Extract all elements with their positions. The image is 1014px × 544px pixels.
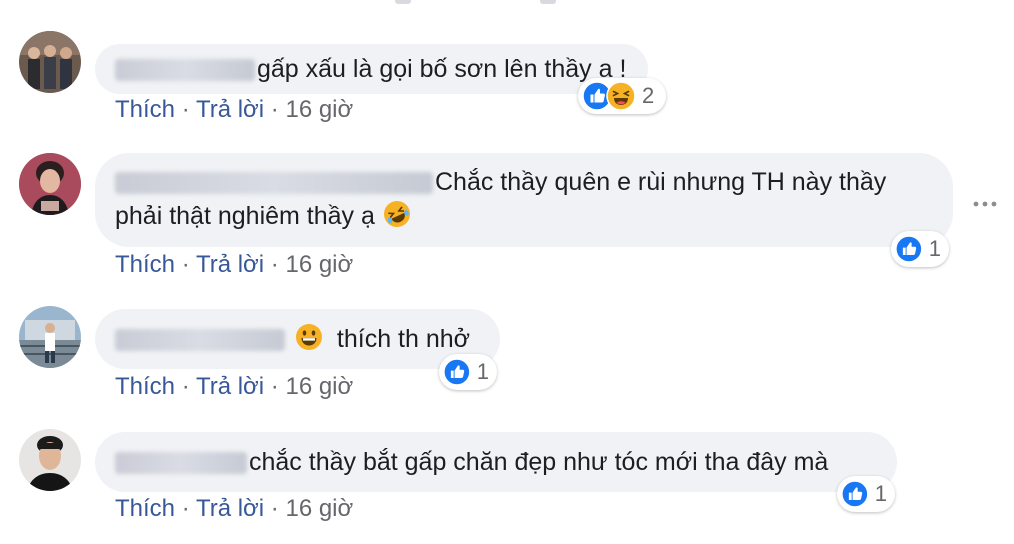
separator-dot: · bbox=[270, 251, 279, 278]
separator-dot: · bbox=[181, 96, 190, 123]
reply-link[interactable]: Trả lời bbox=[196, 495, 264, 522]
like-link[interactable]: Thích bbox=[115, 495, 175, 522]
reaction-summary[interactable]: 1 bbox=[439, 354, 497, 390]
reaction-summary[interactable]: 1 bbox=[837, 476, 895, 512]
separator-dot: · bbox=[270, 495, 279, 522]
reaction-summary[interactable]: 2 bbox=[578, 78, 666, 114]
partial-reaction-icon bbox=[395, 0, 411, 4]
redacted-author-name[interactable] bbox=[115, 452, 247, 475]
comment-actions: Thích · Trả lời · 16 giờ bbox=[115, 251, 353, 279]
like-reaction-icon bbox=[443, 357, 471, 387]
comment-text-line2: phải thật nghiêm thầy ạ bbox=[115, 202, 375, 230]
comment-actions: Thích · Trả lời · 16 giờ bbox=[115, 495, 353, 523]
comment-bubble: gấp xấu là gọi bố sơn lên thầy ạ ! bbox=[95, 44, 649, 94]
separator-dot: · bbox=[181, 373, 190, 400]
redacted-author-name[interactable] bbox=[115, 172, 433, 195]
reaction-count: 1 bbox=[874, 481, 887, 506]
comment-actions: Thích · Trả lời · 16 giờ bbox=[115, 96, 353, 124]
timestamp[interactable]: 16 giờ bbox=[285, 495, 353, 522]
reply-link[interactable]: Trả lời bbox=[196, 96, 264, 123]
like-link[interactable]: Thích bbox=[115, 96, 175, 123]
separator-dot: · bbox=[270, 96, 279, 123]
comment-bubble: chắc thầy bắt gấp chăn đẹp như tóc mới t… bbox=[95, 432, 897, 492]
like-link[interactable]: Thích bbox=[115, 251, 175, 278]
comment-text: chắc thầy bắt gấp chăn đẹp như tóc mới t… bbox=[249, 448, 829, 476]
haha-reaction-icon bbox=[606, 81, 636, 111]
like-link[interactable]: Thích bbox=[115, 373, 175, 400]
avatar[interactable] bbox=[19, 31, 81, 93]
redacted-author-name[interactable] bbox=[115, 329, 285, 352]
avatar[interactable] bbox=[19, 429, 81, 491]
separator-dot: · bbox=[181, 251, 190, 278]
reaction-summary[interactable]: 1 bbox=[891, 231, 949, 267]
avatar[interactable] bbox=[19, 306, 81, 368]
comment-text: thích th nhở bbox=[336, 325, 471, 353]
separator-dot: · bbox=[181, 495, 190, 522]
grinning-emoji-icon bbox=[295, 324, 322, 350]
like-reaction-icon bbox=[895, 234, 923, 264]
comment-actions: Thích · Trả lời · 16 giờ bbox=[115, 373, 353, 401]
reply-link[interactable]: Trả lời bbox=[196, 373, 264, 400]
reply-link[interactable]: Trả lời bbox=[196, 251, 264, 278]
rofl-emoji-icon bbox=[383, 201, 410, 227]
timestamp[interactable]: 16 giờ bbox=[285, 373, 353, 400]
comment-text-line1: Chắc thầy quên e rùi nhưng TH này thầy bbox=[435, 168, 887, 196]
separator-dot: · bbox=[270, 373, 279, 400]
like-reaction-icon bbox=[841, 479, 869, 509]
avatar[interactable] bbox=[19, 153, 81, 215]
reaction-count: 1 bbox=[476, 359, 489, 384]
more-options-icon[interactable] bbox=[972, 196, 998, 212]
timestamp[interactable]: 16 giờ bbox=[285, 96, 353, 123]
redacted-author-name[interactable] bbox=[115, 59, 255, 82]
comment-bubble: thích th nhở bbox=[95, 309, 500, 369]
comment-bubble: Chắc thầy quên e rùi nhưng TH này thầy p… bbox=[95, 153, 953, 247]
partial-reaction-icon bbox=[540, 0, 556, 4]
reaction-count: 2 bbox=[642, 83, 655, 108]
timestamp[interactable]: 16 giờ bbox=[285, 251, 353, 278]
comment-text: gấp xấu là gọi bố sơn lên thầy ạ ! bbox=[257, 55, 627, 83]
reaction-count: 1 bbox=[928, 236, 941, 261]
